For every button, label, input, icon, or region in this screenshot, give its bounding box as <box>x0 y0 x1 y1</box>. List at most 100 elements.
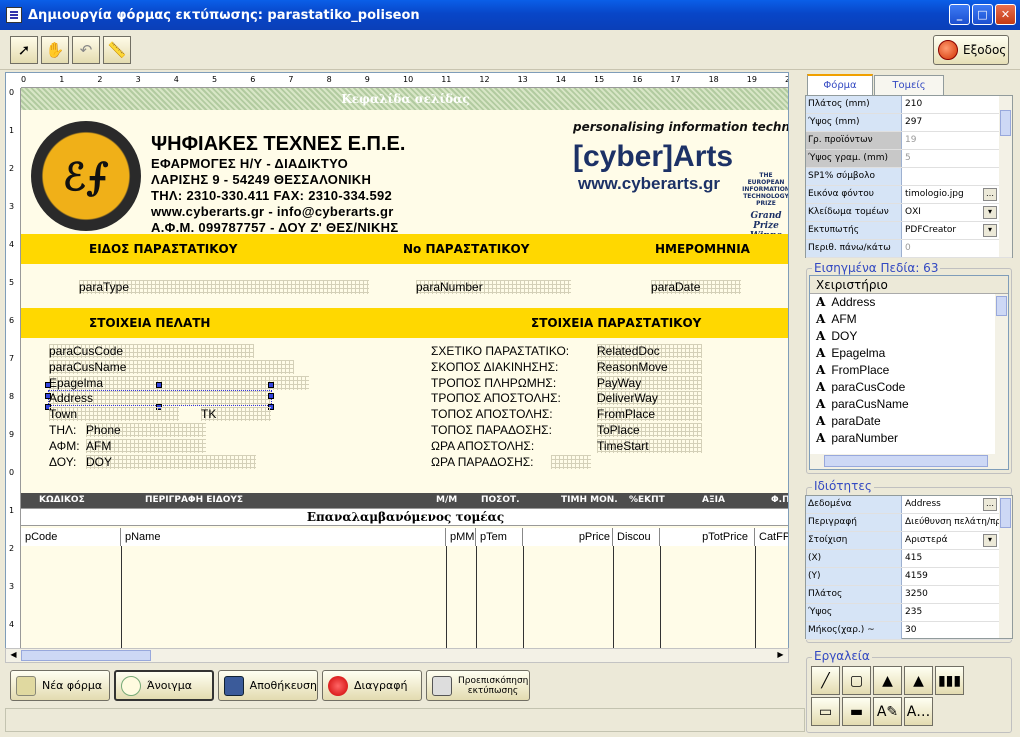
detail-field[interactable]: pTotPrice <box>660 528 755 546</box>
list-item[interactable]: AparaDate <box>810 413 1008 430</box>
prop-value[interactable]: 3250 <box>902 586 1012 603</box>
prop-value[interactable] <box>902 168 1012 185</box>
repeat-band[interactable]: Επαναλαμβανόμενος τομέας <box>21 508 788 526</box>
field-address-selected[interactable]: Address <box>48 390 272 406</box>
image-field-tool-icon[interactable]: ▲ <box>904 666 933 695</box>
fields-scrollbar[interactable] <box>995 294 1008 454</box>
brand-url: www.cyberarts.gr <box>578 174 721 193</box>
page-header-band[interactable]: Κεφαλίδα σελίδας <box>21 88 788 110</box>
band-tool-icon[interactable]: ▬ <box>842 697 871 726</box>
fields-hscrollbar[interactable] <box>810 454 1008 469</box>
scroll-right-icon[interactable]: ▶ <box>774 650 787 662</box>
prop-value[interactable]: 235 <box>902 604 1012 621</box>
list-item[interactable]: AparaNumber <box>810 430 1008 447</box>
detail-field[interactable]: pPrice <box>523 528 613 546</box>
props-scrollbar[interactable] <box>999 96 1012 257</box>
ruler-tick: 0 <box>21 75 27 84</box>
field-tool-icon[interactable]: A… <box>904 697 933 726</box>
element-props-scrollbar[interactable] <box>999 496 1012 638</box>
prop-value[interactable]: Διεύθυνση πελάτη/πρ <box>902 514 1012 531</box>
selection-handle[interactable] <box>45 382 51 388</box>
maximize-button[interactable]: □ <box>972 4 993 25</box>
list-item[interactable]: A FromPlace <box>810 362 1008 379</box>
ruler-tick: 3 <box>9 582 15 591</box>
image-tool-icon[interactable]: ▲ <box>873 666 902 695</box>
field-paratype[interactable]: paraType <box>79 280 369 294</box>
ruler-tick: 4 <box>9 240 15 249</box>
detail-field[interactable]: pTem <box>476 528 523 546</box>
list-item[interactable]: AparaCusName <box>810 396 1008 413</box>
col-vat: Φ.Π <box>771 495 789 505</box>
field-cuscode[interactable]: paraCusCode <box>49 344 254 358</box>
scroll-thumb[interactable] <box>21 650 151 661</box>
doc-field-value[interactable]: ReasonMove <box>597 360 702 374</box>
prop-value[interactable]: 297 <box>902 114 1012 131</box>
list-item[interactable]: A AFM <box>810 311 1008 328</box>
doc-field-value[interactable]: DeliverWay <box>597 391 702 405</box>
delete-button[interactable]: Διαγραφή <box>322 670 422 701</box>
list-item[interactable]: A DOY <box>810 328 1008 345</box>
barcode-tool-icon[interactable]: ▮▮▮ <box>935 666 964 695</box>
line-tool-icon[interactable]: ╱ <box>811 666 840 695</box>
ruler-tool-icon[interactable]: 📏 <box>103 36 131 64</box>
dropdown-icon[interactable]: ▾ <box>983 206 997 219</box>
field-town[interactable]: Town <box>49 407 179 421</box>
scroll-left-icon[interactable]: ◀ <box>7 650 20 662</box>
exit-label: Εξοδος <box>963 43 1007 57</box>
prop-value[interactable]: 30 <box>902 622 1012 639</box>
label-tool-icon[interactable]: A✎ <box>873 697 902 726</box>
design-canvas[interactable]: 01234567891011121314151617181920 0123456… <box>5 72 789 662</box>
selection-handle[interactable] <box>156 382 162 388</box>
save-button[interactable]: Αποθήκευση <box>218 670 318 701</box>
field-afm[interactable]: AFM <box>86 439 206 453</box>
tab-sections[interactable]: Τομείς <box>874 75 944 97</box>
detail-field[interactable]: Discou <box>613 528 660 546</box>
open-button[interactable]: Άνοιγμα <box>114 670 214 701</box>
field-phone[interactable]: Phone <box>86 423 206 437</box>
prop-value[interactable]: 415 <box>902 550 1012 567</box>
prop-value[interactable]: 210 <box>902 96 1012 113</box>
undo-icon[interactable]: ↶ <box>72 36 100 64</box>
print-preview-button[interactable]: Προεπισκόπηση εκτύπωσης <box>426 670 530 701</box>
selection-handle[interactable] <box>268 393 274 399</box>
pointer-tool-icon[interactable]: ➚ <box>10 36 38 64</box>
horizontal-scrollbar[interactable]: ◀ ▶ <box>5 648 789 663</box>
browse-icon[interactable]: … <box>983 498 997 511</box>
dropdown-icon[interactable]: ▾ <box>983 534 997 547</box>
doc-field-value[interactable]: PayWay <box>597 376 702 390</box>
prop-value[interactable]: 0 <box>902 240 1012 257</box>
minimize-button[interactable]: _ <box>949 4 970 25</box>
doc-field-value[interactable]: TimeStart <box>597 439 702 453</box>
field-paradate[interactable]: paraDate <box>651 280 741 294</box>
detail-field[interactable]: pName <box>121 528 446 546</box>
prop-value[interactable]: 4159 <box>902 568 1012 585</box>
hand-tool-icon[interactable]: ✋ <box>41 36 69 64</box>
browse-icon[interactable]: … <box>983 188 997 201</box>
detail-field[interactable]: CatFP <box>755 528 788 546</box>
tab-form[interactable]: Φόρμα <box>807 74 873 96</box>
list-item[interactable]: AparaCusCode <box>810 379 1008 396</box>
fields-list[interactable]: Χειριστήριο A Address A AFM A DOY A Epagelma… <box>809 275 1009 470</box>
shape-tool-icon[interactable]: ▭ <box>811 697 840 726</box>
new-form-button[interactable]: Νέα φόρμα <box>10 670 110 701</box>
list-item[interactable]: A Epagelma <box>810 345 1008 362</box>
close-button[interactable]: ✕ <box>995 4 1016 25</box>
text-field-icon: A <box>816 312 826 326</box>
selection-handle[interactable] <box>268 382 274 388</box>
exit-button[interactable]: Εξοδος <box>933 35 1009 65</box>
doc-field-value[interactable] <box>551 455 591 469</box>
doc-field-value[interactable]: RelatedDoc <box>597 344 702 358</box>
field-doy[interactable]: DOY <box>86 455 256 469</box>
selection-handle[interactable] <box>45 393 51 399</box>
field-tk[interactable]: TK <box>201 407 271 421</box>
field-paranumber[interactable]: paraNumber <box>416 280 571 294</box>
dropdown-icon[interactable]: ▾ <box>983 224 997 237</box>
list-item[interactable]: A Address <box>810 294 1008 311</box>
detail-field[interactable]: pCode <box>21 528 121 546</box>
detail-field[interactable]: pMM <box>446 528 476 546</box>
doc-field-value[interactable]: ToPlace <box>597 423 702 437</box>
doc-field-value[interactable]: FromPlace <box>597 407 702 421</box>
rectangle-tool-icon[interactable]: ▢ <box>842 666 871 695</box>
field-cusname[interactable]: paraCusName <box>49 360 294 374</box>
doc-field-label: ΤΡΟΠΟΣ ΠΛΗΡΩΜΗΣ: <box>431 376 557 390</box>
